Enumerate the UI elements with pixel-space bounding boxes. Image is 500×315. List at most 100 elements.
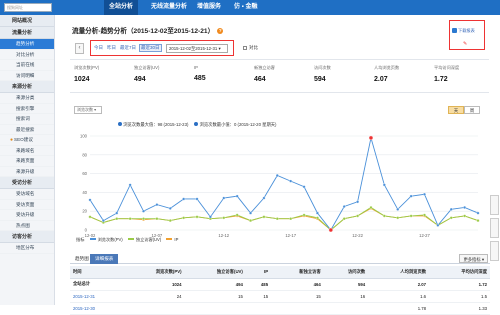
table-cell: 24 <box>123 290 185 303</box>
sidebar-group-title[interactable]: 受访分析 <box>0 177 54 189</box>
data-point <box>88 198 92 202</box>
table-header-cell[interactable]: IP <box>245 266 272 279</box>
detail-table: 时间 浏览次数(PV) 独立访客(UV) IP 新独立访客 访问次数 人均浏览页数 平均访问深… <box>70 266 490 315</box>
table-cell: 2015-12-30 <box>70 302 124 315</box>
metric-value: 494 <box>134 76 146 83</box>
data-point <box>182 197 186 201</box>
table-cell <box>123 302 185 315</box>
table-header-cell[interactable]: 浏览次数(PV) <box>123 266 185 279</box>
date-link[interactable]: 2015-12-30 <box>73 306 95 311</box>
data-point <box>101 219 105 223</box>
sidebar-item-label: 受访页面 <box>16 201 35 207</box>
series-line <box>89 206 479 231</box>
sidebar-item[interactable]: 来路域名 <box>0 146 54 156</box>
report-tabs: 趋势图 详细报表 更多指标 ▾ <box>70 253 490 264</box>
data-point <box>222 216 226 220</box>
data-point <box>463 214 467 218</box>
data-point <box>222 196 226 200</box>
table-header-cell[interactable]: 人均浏览页数 <box>368 266 430 279</box>
side-tool-button[interactable] <box>490 218 499 238</box>
sidebar-item[interactable]: 地区分布 <box>0 243 54 254</box>
sidebar-item[interactable]: 搜索词 <box>0 114 54 125</box>
more-metrics-button[interactable]: 更多指标 ▾ <box>459 254 488 263</box>
tooltip-min: 浏览次数最小值：0 (2015-12-20 星期天) <box>199 122 277 127</box>
legend-ip[interactable]: IP <box>174 237 178 242</box>
quick-date-yesterday[interactable]: 昨日 <box>107 45 116 51</box>
y-tick-label: 20 <box>82 209 87 214</box>
metric-label: 访问次数 <box>314 65 331 70</box>
more-metrics-label: 更多指标 <box>463 257 481 262</box>
sidebar-item[interactable]: 趋势分析 <box>0 39 54 50</box>
seo-icon: ● <box>10 137 14 143</box>
pin-icon[interactable]: ✎ <box>463 41 467 47</box>
sidebar-item[interactable]: 受访升级 <box>0 210 54 221</box>
previous-period-button[interactable]: ‹ <box>75 43 84 54</box>
data-point <box>128 183 132 187</box>
metric-select[interactable]: 浏览次数 ▾ <box>74 106 102 114</box>
sidebar-item[interactable]: 来源升级 <box>0 167 54 177</box>
data-point <box>262 196 266 200</box>
sidebar-item[interactable]: 来路页面 <box>0 156 54 167</box>
sidebar-item[interactable]: 搜索引擎 <box>0 104 54 114</box>
sidebar-item[interactable]: 对比分析 <box>0 50 54 60</box>
table-header-row: 时间 浏览次数(PV) 独立访客(UV) IP 新独立访客 访问次数 人均浏览页数 平均访问深… <box>70 266 490 279</box>
sidebar-group-title[interactable]: 访客分析 <box>0 231 54 243</box>
sidebar-item-label: 当前在线 <box>16 62 35 67</box>
quick-date-30days[interactable]: 最近30日 <box>139 44 162 52</box>
sidebar-item[interactable]: 访问明细 <box>0 71 54 81</box>
data-point <box>396 207 400 211</box>
nav-wireless-analysis[interactable]: 无线流量分析 <box>146 0 192 15</box>
legend-uv[interactable]: 独立访客(UV) <box>136 237 161 242</box>
export-label: 下载报表 <box>458 28 475 33</box>
nav-site-analysis[interactable]: 全站分析 <box>104 0 139 15</box>
sidebar-group-title[interactable]: 网站概况 <box>0 15 54 27</box>
granularity-day[interactable]: 天 <box>448 106 464 114</box>
metric-label: 平均访问深度 <box>434 65 460 70</box>
trend-chart: 02040608010012-02 12-07 12-12 12-17 12-22 12-… <box>80 134 480 238</box>
metric-card: 新独立访客 464 <box>254 65 312 83</box>
sidebar-item-label: 来路域名 <box>16 147 35 153</box>
sidebar-group-title[interactable]: 流量分析 <box>0 27 54 39</box>
table-cell: 1.33 <box>429 302 490 315</box>
compare-checkbox[interactable]: 对比 <box>243 45 258 51</box>
side-tool-button[interactable] <box>490 195 499 215</box>
metric-value: 594 <box>314 76 326 83</box>
nav-finance[interactable]: 仿 ▪ 金融 <box>229 0 262 15</box>
table-header-cell[interactable]: 新独立访客 <box>271 266 324 279</box>
quick-date-7days[interactable]: 最近7日 <box>120 45 136 51</box>
sidebar-item[interactable]: ●SEO建议 <box>0 135 54 146</box>
date-link[interactable]: 2015-12-31 <box>73 294 95 299</box>
data-point <box>155 217 159 221</box>
side-tool-button[interactable] <box>490 241 499 261</box>
sidebar-group-title[interactable]: 来源分析 <box>0 81 54 93</box>
metric-value: 464 <box>254 76 266 83</box>
sidebar-item-label: 来路页面 <box>16 158 35 163</box>
help-icon[interactable]: ? <box>217 28 224 34</box>
legend-pv-swatch <box>89 238 96 240</box>
min-dot-icon <box>194 122 199 126</box>
table-header-cell[interactable]: 访问次数 <box>323 266 369 279</box>
metric-label: 人均浏览页数 <box>374 65 400 70</box>
table-header-cell[interactable]: 平均访问深度 <box>429 266 490 279</box>
legend-pv[interactable]: 浏览次数(PV) <box>98 237 123 242</box>
search-input[interactable]: 搜狗网址 <box>4 3 52 12</box>
y-tick-label: 100 <box>80 134 88 139</box>
x-tick-label: 12-17 <box>285 233 296 238</box>
sidebar-item[interactable]: 最近搜索 <box>0 125 54 135</box>
quick-date-today[interactable]: 今日 <box>94 45 103 51</box>
granularity-week[interactable]: 周 <box>464 106 480 114</box>
table-cell <box>271 302 324 315</box>
nav-value-added[interactable]: 增值服务 <box>192 0 226 15</box>
tab-detail-report[interactable]: 详细报表 <box>90 254 119 264</box>
data-point <box>302 185 306 189</box>
sidebar-item[interactable]: 受访页面 <box>0 200 54 210</box>
sidebar-item[interactable]: 热点图 <box>0 221 54 231</box>
table-header-cell[interactable]: 时间 <box>70 266 124 279</box>
max-dot-icon <box>118 122 122 126</box>
date-range-input[interactable]: 2015-12-02至2015-12-31 ▾ <box>166 44 228 53</box>
sidebar-item[interactable]: 来源分类 <box>0 93 54 104</box>
sidebar-item[interactable]: 当前在线 <box>0 60 54 71</box>
sidebar-item[interactable]: 受访域名 <box>0 189 54 200</box>
data-point <box>249 219 253 223</box>
table-header-cell[interactable]: 独立访客(UV) <box>184 266 246 279</box>
